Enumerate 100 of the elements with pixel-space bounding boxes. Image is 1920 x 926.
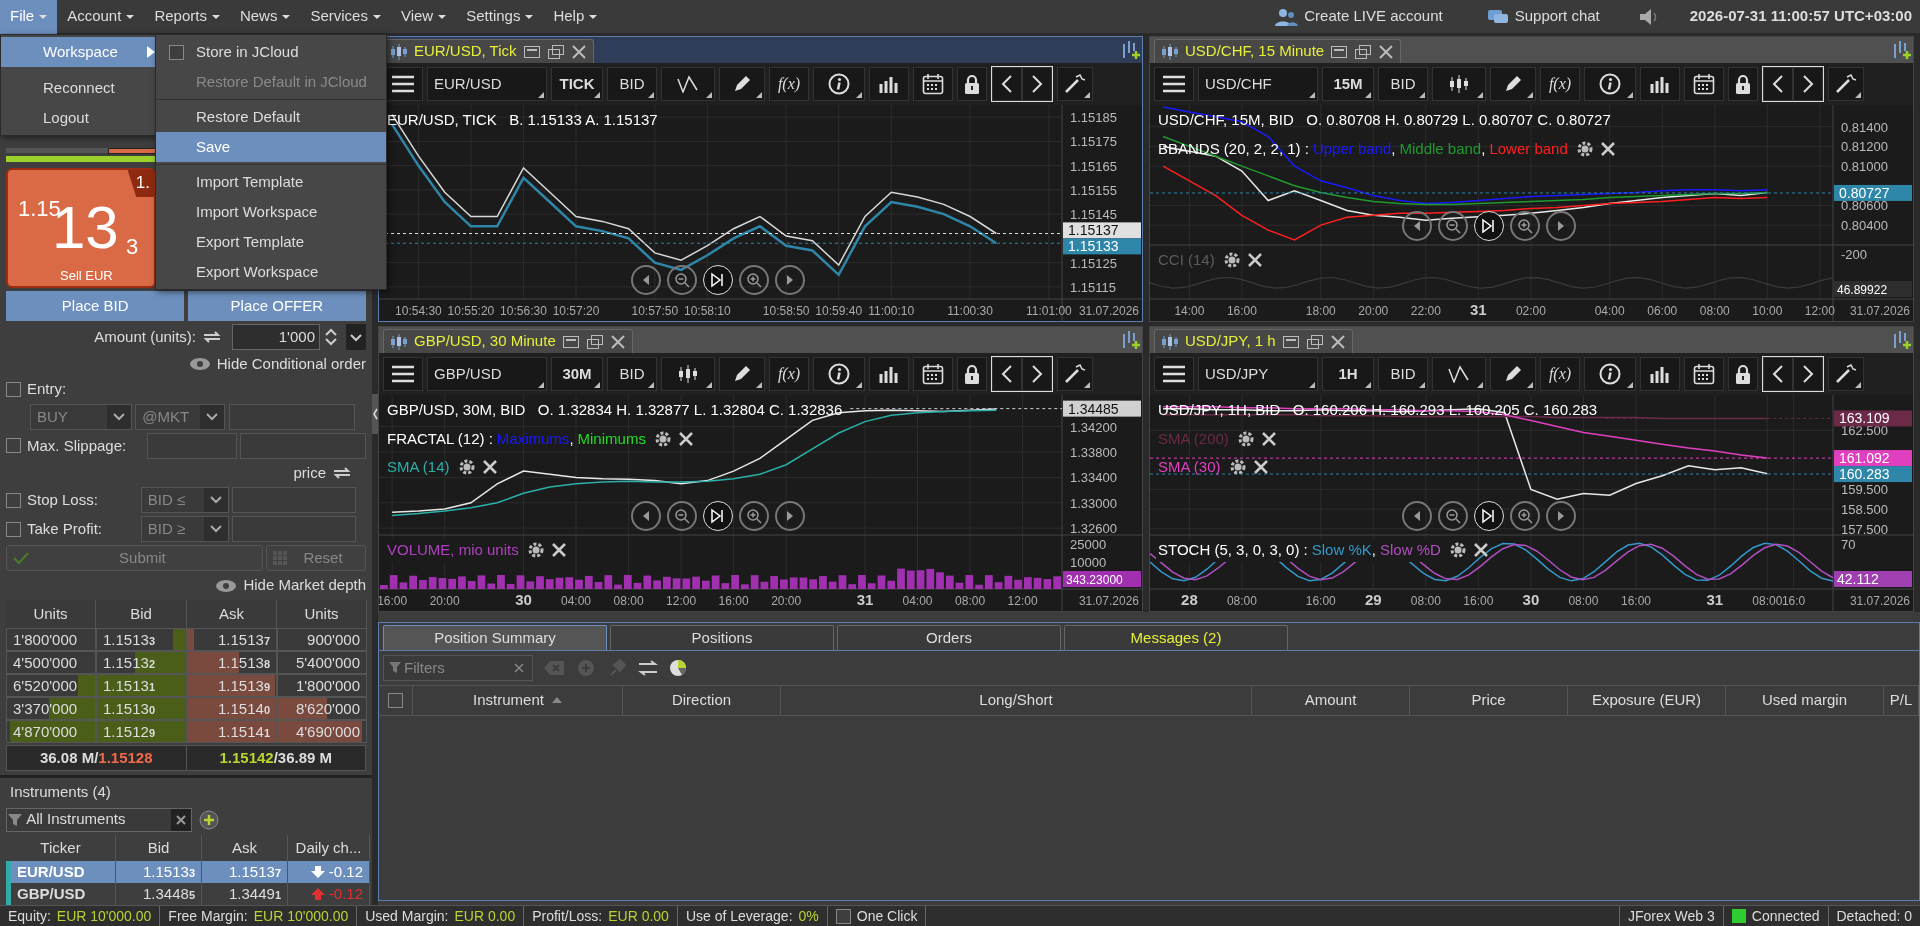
lock-button[interactable] xyxy=(957,357,987,391)
hide-conditional-link[interactable]: Hide Conditional order xyxy=(216,352,366,376)
previous-button[interactable] xyxy=(992,67,1022,101)
pie-icon[interactable] xyxy=(669,659,687,677)
top-link[interactable]: Support chat xyxy=(1480,4,1606,29)
panel-tab[interactable]: Orders xyxy=(837,625,1061,650)
draw-dropdown[interactable] xyxy=(1490,67,1536,101)
scroll-right-button[interactable] xyxy=(774,501,805,531)
period-dropdown[interactable]: TICK xyxy=(551,67,603,101)
period-dropdown[interactable]: 15M xyxy=(1322,67,1374,101)
menu-item[interactable]: Settings xyxy=(456,0,544,35)
previous-button[interactable] xyxy=(992,357,1022,391)
side-dropdown[interactable]: BID xyxy=(1378,357,1428,391)
chart-tab[interactable]: USD/CHF, 15 Minute xyxy=(1154,39,1402,63)
add-chart-icon[interactable] xyxy=(1120,40,1140,60)
side-dropdown[interactable]: BID xyxy=(1378,67,1428,101)
tools-dropdown[interactable] xyxy=(1057,67,1093,101)
menu-button[interactable] xyxy=(1154,67,1194,101)
close-icon[interactable] xyxy=(1599,140,1616,157)
restore-icon[interactable] xyxy=(546,43,565,60)
close-icon[interactable] xyxy=(1246,252,1263,269)
input-field[interactable] xyxy=(228,403,355,430)
settings-icon[interactable] xyxy=(1236,429,1255,448)
settings-icon[interactable] xyxy=(457,458,476,477)
zoom-out-button[interactable] xyxy=(1437,501,1468,531)
input-field[interactable] xyxy=(146,432,237,459)
lock-button[interactable] xyxy=(957,67,987,101)
collapse-handle-icon[interactable] xyxy=(372,394,378,434)
chart-tab[interactable]: USD/JPY, 1 h xyxy=(1154,329,1353,353)
restore-icon[interactable] xyxy=(1354,43,1373,60)
top-link[interactable]: Create LIVE account xyxy=(1268,4,1449,29)
restore-icon[interactable] xyxy=(1305,333,1324,350)
minimize-icon[interactable] xyxy=(522,43,541,60)
checkbox[interactable] xyxy=(6,492,21,508)
indicators-button[interactable]: f(x) xyxy=(1540,357,1580,391)
menu-item[interactable]: Store in JCloud xyxy=(156,37,386,67)
menu-item[interactable]: Help xyxy=(543,0,608,35)
input-field[interactable] xyxy=(240,432,366,459)
calendar-button[interactable] xyxy=(913,67,953,101)
close-icon[interactable] xyxy=(1260,430,1277,447)
scroll-right-button[interactable] xyxy=(1545,501,1576,531)
checkbox[interactable] xyxy=(6,521,21,537)
minimize-icon[interactable] xyxy=(561,333,580,350)
close-icon[interactable] xyxy=(1472,542,1489,559)
scroll-left-button[interactable] xyxy=(1401,501,1432,531)
minimize-icon[interactable] xyxy=(1281,333,1300,350)
ticker-cell[interactable]: GBP/USD xyxy=(6,883,116,905)
menu-item[interactable]: Services xyxy=(300,0,391,35)
menu-item[interactable]: Reports xyxy=(144,0,230,35)
volume-bars-button[interactable] xyxy=(1640,357,1680,391)
scroll-right-button[interactable] xyxy=(1545,211,1576,241)
period-dropdown[interactable]: 30M xyxy=(551,357,603,391)
next-button[interactable] xyxy=(1022,357,1052,391)
checkbox[interactable] xyxy=(835,908,851,924)
chart-tab[interactable]: GBP/USD, 30 Minute xyxy=(383,329,633,353)
add-chart-icon[interactable] xyxy=(1120,330,1140,350)
menu-item[interactable]: Account xyxy=(57,0,145,35)
close-icon[interactable] xyxy=(1378,43,1395,60)
checkbox[interactable] xyxy=(6,382,21,398)
indicators-button[interactable]: f(x) xyxy=(1540,67,1580,101)
play-pause-button[interactable] xyxy=(702,265,733,295)
instrument-dropdown[interactable]: GBP/USD xyxy=(427,357,547,391)
info-dropdown[interactable] xyxy=(1584,357,1636,391)
close-icon[interactable] xyxy=(609,333,626,350)
menu-item[interactable]: Import Template xyxy=(156,167,386,197)
previous-button[interactable] xyxy=(1763,67,1793,101)
side-dropdown[interactable]: BID xyxy=(607,357,657,391)
instrument-dropdown[interactable]: USD/CHF xyxy=(1198,67,1318,101)
select-all-checkbox[interactable] xyxy=(388,692,403,708)
chart-type-dropdown[interactable] xyxy=(1432,67,1486,101)
play-pause-button[interactable] xyxy=(702,501,733,531)
draw-dropdown[interactable] xyxy=(1490,357,1536,391)
zoom-out-button[interactable] xyxy=(1437,211,1468,241)
close-icon[interactable] xyxy=(570,43,587,60)
lock-button[interactable] xyxy=(1728,357,1758,391)
menu-item[interactable]: View xyxy=(390,0,457,35)
next-button[interactable] xyxy=(1793,357,1823,391)
menu-item[interactable]: News xyxy=(229,0,301,35)
instrument-dropdown[interactable]: USD/JPY xyxy=(1198,357,1318,391)
settings-icon[interactable] xyxy=(1228,458,1247,477)
column-header[interactable]: Exposure (EUR) xyxy=(1591,689,1702,712)
period-dropdown[interactable]: 1H xyxy=(1322,357,1374,391)
panel-tab[interactable]: Position Summary xyxy=(383,625,607,650)
instrument-dropdown[interactable]: EUR/USD xyxy=(427,67,547,101)
draw-dropdown[interactable] xyxy=(719,67,765,101)
menu-button[interactable] xyxy=(1154,357,1194,391)
panel-tab[interactable]: Positions xyxy=(610,625,834,650)
settings-icon[interactable] xyxy=(653,429,672,448)
calendar-button[interactable] xyxy=(1684,357,1724,391)
next-button[interactable] xyxy=(1022,67,1052,101)
menu-item[interactable]: Logout xyxy=(1,103,156,133)
menu-item[interactable]: Reconnect xyxy=(1,73,156,103)
close-icon[interactable] xyxy=(550,542,567,559)
volume-bars-button[interactable] xyxy=(1640,67,1680,101)
add-chart-icon[interactable] xyxy=(1891,40,1911,60)
calendar-button[interactable] xyxy=(913,357,953,391)
zoom-in-button[interactable] xyxy=(738,501,769,531)
column-header[interactable]: P/L xyxy=(1889,689,1913,712)
scroll-left-button[interactable] xyxy=(1401,211,1432,241)
chart-type-dropdown[interactable] xyxy=(661,357,715,391)
